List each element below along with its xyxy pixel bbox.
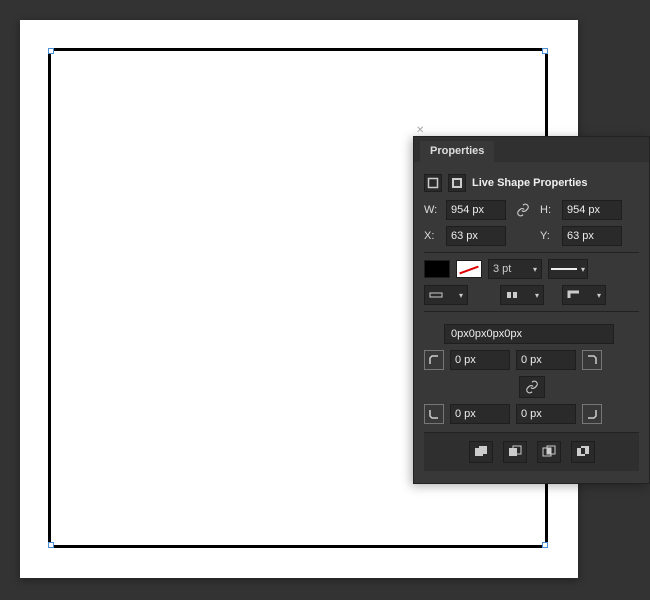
corner-tr-icon[interactable]	[582, 350, 602, 370]
properties-panel: ✕ Properties Live Shape Properties W: H:…	[413, 136, 650, 484]
stroke-weight-dropdown[interactable]: 3 pt ▾	[488, 259, 542, 279]
corner-bl-icon[interactable]	[424, 404, 444, 424]
y-label: Y:	[540, 230, 556, 242]
divider	[424, 252, 639, 253]
corner-bl-input[interactable]	[450, 404, 510, 424]
y-input[interactable]	[562, 226, 622, 246]
panel-body: Live Shape Properties W: H: X: Y: 3	[414, 162, 649, 483]
stroke-swatch-none[interactable]	[456, 260, 482, 278]
pathop-intersect-icon[interactable]	[537, 441, 561, 463]
chevron-down-icon: ▾	[535, 291, 539, 300]
x-label: X:	[424, 230, 440, 242]
chevron-down-icon: ▾	[459, 291, 463, 300]
height-input[interactable]	[562, 200, 622, 220]
chevron-down-icon: ▾	[597, 291, 601, 300]
section-title: Live Shape Properties	[472, 177, 588, 189]
corner-br-input[interactable]	[516, 404, 576, 424]
stroke-align-dropdown[interactable]: ▾	[424, 285, 468, 305]
pathop-unite-icon[interactable]	[469, 441, 493, 463]
resize-handle-top-left[interactable]	[48, 48, 54, 54]
shape-type-icon[interactable]	[424, 174, 442, 192]
resize-handle-bottom-left[interactable]	[48, 542, 54, 548]
link-corners-icon[interactable]	[519, 376, 545, 398]
divider	[424, 311, 639, 312]
xy-spacer	[512, 226, 534, 246]
stroke-caps-dropdown[interactable]: ▾	[500, 285, 544, 305]
chevron-down-icon: ▾	[533, 265, 537, 274]
shape-mask-icon[interactable]	[448, 174, 466, 192]
pathop-exclude-icon[interactable]	[571, 441, 595, 463]
panel-tabbar: Properties	[414, 137, 649, 162]
stroke-style-dropdown[interactable]: ▾	[548, 259, 588, 279]
path-operations	[424, 432, 639, 471]
width-label: W:	[424, 204, 440, 216]
resize-handle-bottom-right[interactable]	[542, 542, 548, 548]
corner-tl-input[interactable]	[450, 350, 510, 370]
tab-properties[interactable]: Properties	[420, 141, 494, 162]
corner-summary-input[interactable]	[444, 324, 614, 344]
corner-tr-input[interactable]	[516, 350, 576, 370]
link-wh-icon[interactable]	[512, 200, 534, 220]
x-input[interactable]	[446, 226, 506, 246]
stroke-weight-value: 3 pt	[493, 263, 511, 275]
stroke-corners-dropdown[interactable]: ▾	[562, 285, 606, 305]
height-label: H:	[540, 204, 556, 216]
fill-swatch[interactable]	[424, 260, 450, 278]
chevron-down-icon: ▾	[581, 265, 585, 274]
corner-br-icon[interactable]	[582, 404, 602, 424]
pathop-subtract-icon[interactable]	[503, 441, 527, 463]
close-icon[interactable]: ✕	[416, 125, 424, 136]
width-input[interactable]	[446, 200, 506, 220]
corner-tl-icon[interactable]	[424, 350, 444, 370]
resize-handle-top-right[interactable]	[542, 48, 548, 54]
